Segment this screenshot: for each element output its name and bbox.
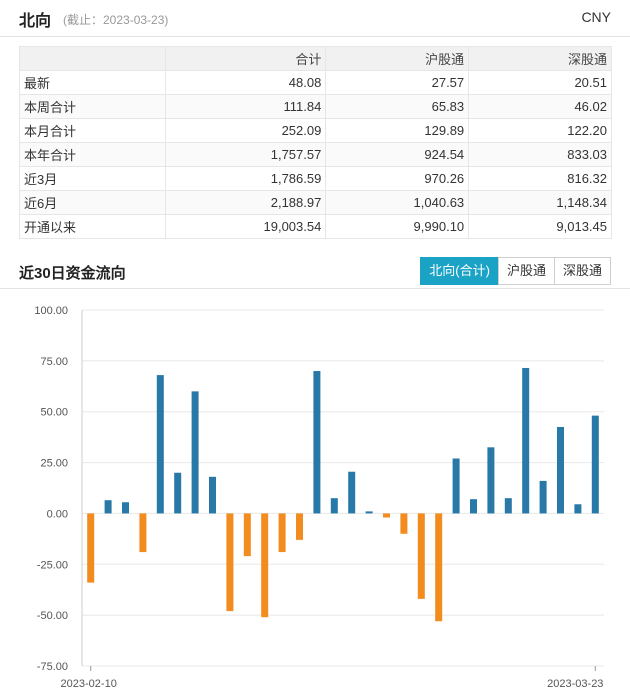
y-tick-label: 0.00 <box>47 508 68 520</box>
table-row: 本月合计 252.09 129.89 122.20 <box>18 118 612 143</box>
table-cell: 1,148.34 <box>468 190 612 215</box>
flow-bar <box>557 426 564 514</box>
flow-bar <box>330 498 338 514</box>
flow-bar <box>574 504 582 514</box>
table-cell: 27.57 <box>325 70 470 95</box>
table-cell: 2,188.97 <box>165 190 327 215</box>
flow-bar <box>87 513 95 583</box>
table-cell: 833.03 <box>468 142 612 167</box>
flow-bar <box>452 458 460 514</box>
flow-bar <box>261 513 269 618</box>
y-tick-label: 100.00 <box>34 305 68 317</box>
flow-bar <box>417 513 425 599</box>
flow-bar <box>487 447 495 514</box>
table-cell: 9,013.45 <box>468 214 612 239</box>
flow-bar <box>435 513 443 622</box>
table-cell: 129.89 <box>325 118 470 143</box>
table-cell: 252.09 <box>165 118 327 143</box>
table-cell: 816.32 <box>468 166 612 191</box>
flow-bar <box>522 367 530 514</box>
column-header-total: 合计 <box>165 46 327 71</box>
table-cell: 924.54 <box>325 142 470 167</box>
table-row: 最新 48.08 27.57 20.51 <box>18 70 612 95</box>
table-cell: 122.20 <box>468 118 612 143</box>
flow-bar <box>191 391 199 514</box>
tab-shanghai-connect[interactable]: 沪股通 <box>497 257 555 285</box>
row-label: 本周合计 <box>18 94 167 119</box>
flow-bar <box>278 513 286 553</box>
flow-bar <box>365 511 373 514</box>
row-label: 近6月 <box>18 190 167 215</box>
flow-bar <box>174 472 182 514</box>
table-row: 近6月 2,188.97 1,040.63 1,148.34 <box>18 190 612 215</box>
row-label: 最新 <box>18 70 167 95</box>
y-tick-label: 50.00 <box>40 407 68 419</box>
header-bar: 北向 (截止：2023-03-23) CNY <box>0 0 630 37</box>
y-tick-label: -25.00 <box>37 559 68 571</box>
row-label: 本月合计 <box>18 118 167 143</box>
section-divider <box>0 288 630 289</box>
table-cell: 111.84 <box>165 94 327 119</box>
flow-bar <box>122 502 129 514</box>
x-tick-label-first: 2023-02-10 <box>61 678 117 690</box>
table-cell: 19,003.54 <box>165 214 327 239</box>
table-cell: 1,757.57 <box>165 142 327 167</box>
table-cell: 20.51 <box>468 70 612 95</box>
currency-label: CNY <box>581 9 611 25</box>
y-tick-label: 25.00 <box>40 458 68 470</box>
flow-bar <box>209 476 216 514</box>
table-row: 开通以来 19,003.54 9,990.10 9,013.45 <box>18 214 612 239</box>
as-of-date: (截止：2023-03-23) <box>63 13 169 27</box>
flow-bar <box>156 375 164 514</box>
tab-shenzhen-connect[interactable]: 深股通 <box>553 257 611 285</box>
flow-bar <box>400 513 408 534</box>
table-header-row: 合计 沪股通 深股通 <box>18 46 612 71</box>
flow-bar <box>383 513 390 518</box>
flow-bar <box>296 513 303 540</box>
flow-tabs: 北向(合计) 沪股通 深股通 <box>420 257 611 285</box>
column-header-shanghai: 沪股通 <box>325 46 470 71</box>
flow-bar <box>243 513 251 557</box>
table-cell: 970.26 <box>325 166 470 191</box>
flow-section-title: 近30日资金流向 <box>19 265 126 282</box>
summary-table: 合计 沪股通 深股通 最新 48.08 27.57 20.51 本周合计 111.84 65… <box>18 46 612 239</box>
table-cell: 9,990.10 <box>325 214 470 239</box>
flow-bar <box>313 371 321 514</box>
row-label: 本年合计 <box>18 142 167 167</box>
tab-northbound-total[interactable]: 北向(合计) <box>420 257 499 285</box>
column-header-shenzhen: 深股通 <box>468 46 612 71</box>
flow-bar <box>348 471 356 514</box>
y-tick-label: -50.00 <box>37 610 68 622</box>
table-row: 本周合计 111.84 65.83 46.02 <box>18 94 612 119</box>
table-cell: 1,040.63 <box>325 190 470 215</box>
row-label: 开通以来 <box>18 214 167 239</box>
flow-bar <box>470 499 477 514</box>
row-label: 近3月 <box>18 166 167 191</box>
table-row: 本年合计 1,757.57 924.54 833.03 <box>18 142 612 167</box>
table-cell: 1,786.59 <box>165 166 327 191</box>
flow-bar <box>504 498 512 514</box>
column-header-blank <box>18 46 167 71</box>
flow-bar <box>226 513 234 612</box>
y-tick-label: 75.00 <box>40 356 68 368</box>
flow-bar <box>139 513 147 553</box>
y-tick-label: -75.00 <box>37 661 68 673</box>
table-row: 近3月 1,786.59 970.26 816.32 <box>18 166 612 191</box>
page-title: 北向 <box>19 13 52 30</box>
x-tick-label-last: 2023-03-23 <box>547 678 603 690</box>
table-cell: 48.08 <box>165 70 327 95</box>
table-cell: 65.83 <box>325 94 470 119</box>
flow-bar-chart: 100.00 75.00 50.00 25.00 0.00 -25.00 -50.00 -75… <box>34 305 604 690</box>
flow-bar <box>591 415 599 514</box>
flow-bar <box>104 500 112 514</box>
flow-bar <box>539 480 547 514</box>
table-cell: 46.02 <box>468 94 612 119</box>
